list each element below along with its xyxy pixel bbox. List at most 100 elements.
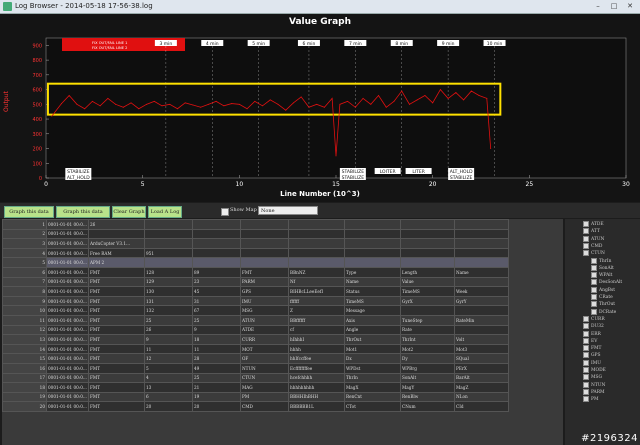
row-number-cell[interactable]: 12 (2, 324, 47, 336)
tree-field-item[interactable]: WPAlt (591, 272, 612, 279)
table-cell[interactable]: 131 (144, 295, 193, 307)
table-cell[interactable]: 20 (144, 401, 193, 412)
table-cell[interactable]: FMT (88, 334, 145, 345)
table-row[interactable]: 7 0001-01-01 00:0... FMT 129 23 PARM Nf Name Val… (2, 276, 509, 288)
tree-checkbox[interactable] (591, 286, 597, 293)
table-cell[interactable]: 26 (144, 324, 193, 336)
table-cell[interactable] (192, 228, 241, 240)
row-number-cell[interactable]: 20 (2, 401, 47, 412)
table-cell[interactable]: WPDst (344, 362, 401, 374)
table-cell[interactable]: PM (240, 391, 289, 403)
table-cell[interactable]: BBBBBB1L (288, 401, 345, 412)
tree-field-item[interactable]: ThrIn (591, 257, 611, 264)
table-cell[interactable]: 0001-01-01 00:0... (46, 391, 89, 403)
row-number-cell[interactable]: 17 (2, 372, 47, 384)
table-cell[interactable]: 0001-01-01 00:0... (46, 228, 89, 240)
row-number-cell[interactable]: 18 (2, 382, 47, 393)
tree-message-item[interactable]: EV (583, 337, 597, 344)
tree-message-item[interactable]: DU32 (583, 323, 604, 330)
table-cell[interactable]: CURR (240, 334, 289, 345)
table-cell[interactable]: GyrX (400, 295, 455, 307)
tree-field-item[interactable]: DesSonAlt (591, 279, 622, 286)
tree-message-item[interactable]: ATT (583, 228, 600, 235)
table-cell[interactable] (288, 238, 345, 249)
table-cell[interactable]: FMT (88, 314, 145, 326)
table-cell[interactable] (344, 257, 401, 268)
graph-canvas[interactable]: 900 800 700 600 500 400 300 200 100 00 5 10 15 20 25 30… (0, 14, 640, 202)
table-cell[interactable] (400, 305, 455, 316)
table-cell[interactable]: 0001-01-01 00:0... (46, 305, 89, 316)
table-cell[interactable] (454, 305, 509, 316)
tree-field-item[interactable]: DCRate (591, 308, 616, 315)
row-number-cell[interactable]: 11 (2, 314, 47, 326)
table-cell[interactable] (400, 257, 455, 268)
table-cell[interactable]: 132 (144, 305, 193, 316)
table-cell[interactable]: Free RAM (88, 247, 145, 259)
row-number-cell[interactable]: 10 (2, 305, 47, 316)
table-row[interactable]: 6 0001-01-01 00:0... FMT 128 89 FMT BBnNZ Type L… (2, 266, 509, 278)
table-cell[interactable]: Week (454, 286, 509, 297)
table-row[interactable]: 2 0001-01-01 00:0... (2, 228, 509, 240)
table-cell[interactable] (400, 228, 455, 240)
tree-checkbox[interactable] (591, 279, 597, 286)
minimize-button[interactable]: – (590, 1, 606, 11)
table-cell[interactable]: CTUN (240, 372, 289, 384)
table-cell[interactable]: 128 (144, 266, 193, 278)
tree-message-item[interactable]: CMD (583, 242, 602, 249)
table-cell[interactable] (88, 228, 145, 240)
table-cell[interactable]: 12 (144, 353, 193, 364)
table-cell[interactable]: FMT (88, 343, 145, 355)
table-cell[interactable] (288, 228, 345, 240)
table-cell[interactable] (454, 247, 509, 259)
table-cell[interactable] (144, 228, 193, 240)
table-cell[interactable]: 28 (192, 353, 241, 364)
tree-message-item[interactable]: ATUN (583, 235, 604, 242)
table-cell[interactable] (240, 247, 289, 259)
table-cell[interactable] (454, 238, 509, 249)
table-cell[interactable]: 6 (144, 391, 193, 403)
table-row[interactable]: 13 0001-01-01 00:0... FMT 9 18 CURR hIhhhI ThrO… (2, 334, 509, 345)
table-cell[interactable] (240, 219, 289, 230)
row-number-cell[interactable]: 4 (2, 247, 47, 259)
tree-message-item[interactable]: MSG (583, 374, 602, 381)
table-cell[interactable]: Message (344, 305, 401, 316)
row-number-cell[interactable]: 2 (2, 228, 47, 240)
table-cell[interactable]: Rate (400, 324, 455, 336)
table-cell[interactable]: Value (400, 276, 455, 288)
tree-checkbox[interactable] (583, 345, 589, 352)
table-cell[interactable]: GPS (240, 286, 289, 297)
load-log-button[interactable]: Load A Log (148, 206, 182, 218)
table-cell[interactable]: 89 (192, 266, 241, 278)
row-number-cell[interactable]: 5 (2, 257, 47, 268)
row-number-cell[interactable]: 3 (2, 238, 47, 249)
table-cell[interactable]: 23 (192, 276, 241, 288)
table-cell[interactable]: 0001-01-01 00:0... (46, 219, 89, 230)
table-cell[interactable]: 0001-01-01 00:0... (46, 295, 89, 307)
table-cell[interactable] (344, 228, 401, 240)
row-number-cell[interactable]: 16 (2, 362, 47, 374)
table-cell[interactable]: 0001-01-01 00:0... (46, 334, 89, 345)
table-cell[interactable]: cf (288, 324, 345, 336)
table-cell[interactable]: Angle (344, 324, 401, 336)
table-cell[interactable]: OF (240, 353, 289, 364)
table-cell[interactable]: ArduCopter V3.1... (88, 238, 145, 249)
table-row[interactable]: 11 0001-01-01 00:0... FMT 25 25 ATUN BBffffff A… (2, 314, 509, 326)
table-cell[interactable]: 0001-01-01 00:0... (46, 372, 89, 384)
row-number-cell[interactable]: 6 (2, 266, 47, 278)
tree-checkbox[interactable] (583, 250, 589, 257)
tree-checkbox[interactable] (583, 381, 589, 388)
table-cell[interactable]: 26 (88, 219, 145, 230)
maximize-button[interactable]: □ (606, 1, 622, 11)
table-cell[interactable]: 0001-01-01 00:0... (46, 314, 89, 326)
table-cell[interactable]: FMT (88, 391, 145, 403)
table-cell[interactable]: Type (344, 266, 401, 278)
tree-checkbox[interactable] (583, 337, 589, 344)
row-number-cell[interactable]: 8 (2, 286, 47, 297)
tree-message-item[interactable]: CURR (583, 315, 605, 322)
table-cell[interactable]: 0001-01-01 00:0... (46, 324, 89, 336)
table-cell[interactable]: SQual (454, 353, 509, 364)
row-number-cell[interactable]: 9 (2, 295, 47, 307)
table-cell[interactable]: 45 (192, 286, 241, 297)
tree-checkbox[interactable] (583, 235, 589, 242)
log-table[interactable]: 1 0001-01-01 00:0... 26 2 0001-01-01 00:0...… (2, 219, 563, 445)
